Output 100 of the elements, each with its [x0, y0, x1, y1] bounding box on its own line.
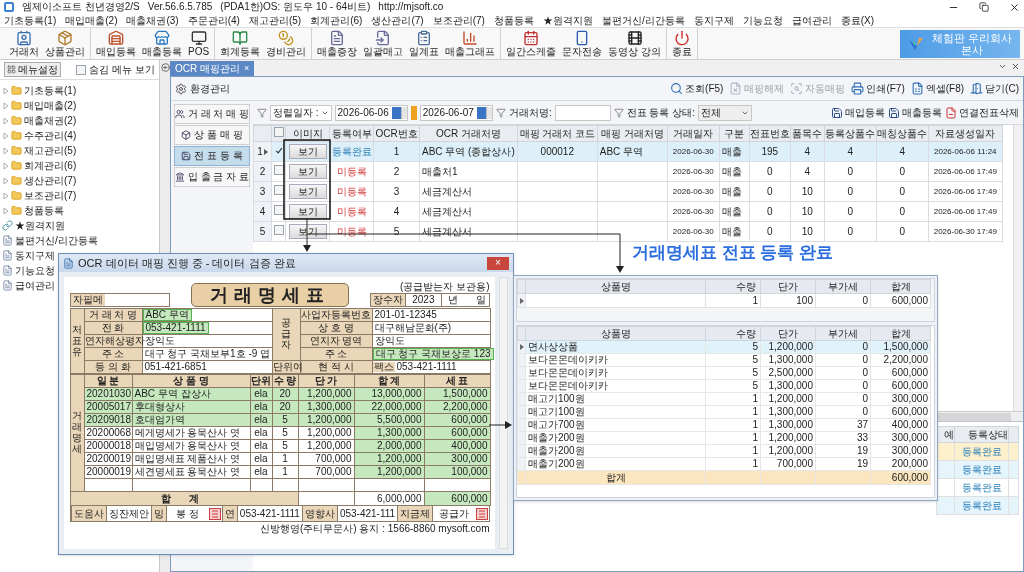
table-cell: 100	[760, 293, 816, 308]
column-header: 수량	[705, 279, 761, 294]
table-cell: 0	[815, 379, 871, 393]
sidebar-item[interactable]: 생산관리(7)	[0, 173, 77, 188]
status-dropdown[interactable]: 전체	[698, 104, 752, 121]
sidebar-item[interactable]: 회계관리(6)	[0, 158, 77, 173]
menu-item[interactable]: 회계관리(6)	[310, 15, 363, 26]
toolbar-button[interactable]: 매출등록	[139, 28, 185, 59]
toolbar-button[interactable]: 닫기(C)	[970, 82, 1019, 95]
toolbar-button[interactable]: 엑셀(F8)	[910, 82, 965, 95]
toolbar-button[interactable]: 종료	[668, 28, 695, 59]
toolbar-button[interactable]: 회계등록	[217, 28, 264, 59]
field-value: 대구 청구 국채보상로 123	[372, 348, 494, 360]
settings-button[interactable]: 환경관리	[175, 82, 230, 95]
status-cell: 등록완료	[954, 442, 1009, 461]
total-amount: 600,000	[870, 470, 931, 485]
toolbar-button[interactable]: 경비관리	[263, 28, 310, 59]
table-cell: 매입명세표 제품산사 엿	[132, 452, 250, 466]
menu-item[interactable]: 매출채권(3)	[126, 15, 179, 26]
toolbar-button[interactable]: 매출증장	[314, 28, 361, 59]
sidebar-item[interactable]: ★원격지원	[0, 218, 65, 233]
column-header: 부가세	[815, 279, 871, 294]
table-row[interactable]: 3 보기 미등록 3 세금계산서 2026-06-30 매출 0 10 0 0 2026-06-06 17:49	[253, 181, 1003, 202]
sidebar-item[interactable]: 보조관리(7)	[0, 188, 77, 203]
table-row[interactable]: 1 보기 등록완료 1 ABC 무역 (종합상사) 000012 ABC 무역 2026-06-30 매출 195 4 4 4 2026-06-06 11:24	[253, 141, 1003, 162]
register-button[interactable]: 매입등록	[831, 106, 885, 119]
table-cell: 10	[790, 181, 825, 202]
toolbar-button[interactable]: 일괄매고	[360, 28, 407, 59]
table-cell: 2026-06-06 11:24	[928, 141, 1003, 162]
view-button[interactable]: 보기	[288, 184, 327, 200]
table-cell: 0	[815, 392, 871, 406]
menu-item[interactable]: 재고관리(5)	[248, 15, 302, 26]
field-value: 징잔제안	[105, 506, 151, 521]
sidebar-item[interactable]: 급여관리	[0, 278, 55, 293]
tab-close[interactable]: ×	[244, 64, 250, 73]
toolbar-button[interactable]: 매출그래프	[442, 28, 499, 59]
nav-button[interactable]: 거 래 처 매 핑	[174, 104, 250, 124]
table-cell: 1	[705, 392, 761, 406]
sidebar-item[interactable]: 기능요청	[0, 263, 55, 278]
sidebar-item[interactable]: 동지구제	[0, 248, 55, 263]
tab[interactable]: OCR 매핑관리 ×	[170, 61, 255, 76]
menu-item[interactable]: 급여관리	[791, 15, 832, 26]
column-header: 일 분	[84, 374, 132, 388]
toolbar-button[interactable]: 인쇄(F7)	[851, 82, 905, 95]
table-cell: 0	[824, 221, 877, 242]
nav-button[interactable]: 전 표 등 록	[174, 146, 250, 166]
sidebar-item[interactable]: 매입매출(2)	[0, 98, 77, 113]
date-type-dropdown[interactable]: 정렬일자 :	[270, 104, 332, 121]
menu-item[interactable]: 종료(X)	[840, 15, 874, 26]
date-field[interactable]: 2026-06-06	[334, 104, 408, 121]
toolbar-button[interactable]: 일계표	[406, 28, 443, 59]
toolbar-button[interactable]: 매입등록	[93, 28, 139, 59]
menu-item[interactable]: 청품등록	[493, 15, 534, 26]
column-header: 거래일자	[667, 125, 720, 142]
menu-item[interactable]: 불편거신/리간등록	[601, 15, 685, 26]
toolbar-button[interactable]: 상품관리	[42, 28, 88, 59]
sidebar-item[interactable]: 기초등록(1)	[0, 83, 77, 98]
menu-item[interactable]: 기초등록(1)	[4, 15, 57, 26]
view-button[interactable]: 보기	[288, 144, 327, 160]
menu-item[interactable]: ★원격지원	[542, 15, 593, 26]
menu-item[interactable]: 보조관리(7)	[432, 15, 485, 26]
close-button[interactable]: ×	[487, 256, 509, 270]
table-cell: 5	[272, 439, 298, 453]
toolbar-button[interactable]: 조회(F5)	[670, 82, 724, 95]
sidebar-item[interactable]: 불편거신/리간등록	[0, 233, 98, 248]
menu-item[interactable]: 생산관리(7)	[371, 15, 424, 26]
menu-settings-button[interactable]: 메뉴설정	[4, 62, 61, 77]
toolbar-button[interactable]: 거래처	[6, 28, 42, 59]
register-button[interactable]: 연결전표삭제	[945, 106, 1019, 119]
date-field[interactable]: 2026-06-07	[419, 104, 493, 121]
sidebar-item[interactable]: 청품등록	[0, 203, 64, 218]
table-cell: 매고가700원	[525, 418, 706, 432]
field-label: 거 래 처 명	[84, 308, 142, 322]
nav-button[interactable]: 상 품 매 핑	[174, 125, 250, 145]
website-link[interactable]: http://mjsoft.co	[378, 2, 444, 12]
menu-item[interactable]: 동지구제	[693, 15, 734, 26]
menu-item[interactable]: 주문관리(4)	[187, 15, 240, 26]
menu-item[interactable]: 기능요청	[742, 15, 783, 26]
table-cell: 2	[373, 161, 420, 182]
toolbar-button[interactable]: 문자전송	[559, 28, 606, 59]
table-cell: 19	[815, 444, 871, 458]
table-cell: 4	[790, 161, 825, 182]
table-cell: 3	[373, 181, 420, 202]
column-header: 매핑 거래처 코드	[517, 125, 598, 142]
menu-item[interactable]: 매입매출(2)	[65, 15, 118, 26]
column-header: OCR번호	[373, 125, 420, 142]
nav-button[interactable]: 입 출 금 자 료	[174, 167, 250, 187]
toolbar-button[interactable]: 동영상 강의	[605, 28, 664, 59]
field-value: 053-421-1111	[236, 506, 302, 521]
toolbar-button[interactable]: 일간스케줄	[503, 28, 560, 59]
sidebar-item[interactable]: 재고관리(5)	[0, 143, 77, 158]
view-button[interactable]: 보기	[288, 164, 327, 180]
sidebar-item[interactable]: 매출채권(2)	[0, 113, 77, 128]
table-cell: ABC 무역	[597, 141, 668, 162]
sidebar-item[interactable]: 수주관리(4)	[0, 128, 77, 143]
table-cell: 0	[876, 201, 929, 222]
table-row[interactable]: 2 보기 미등록 2 매출처1 2026-06-30 매출 0 4 0 0 2026-06-06 17:49	[253, 161, 1003, 182]
toolbar-button[interactable]: POS	[185, 28, 213, 59]
register-button[interactable]: 매출등록	[888, 106, 942, 119]
total-label: 합계	[525, 470, 706, 485]
